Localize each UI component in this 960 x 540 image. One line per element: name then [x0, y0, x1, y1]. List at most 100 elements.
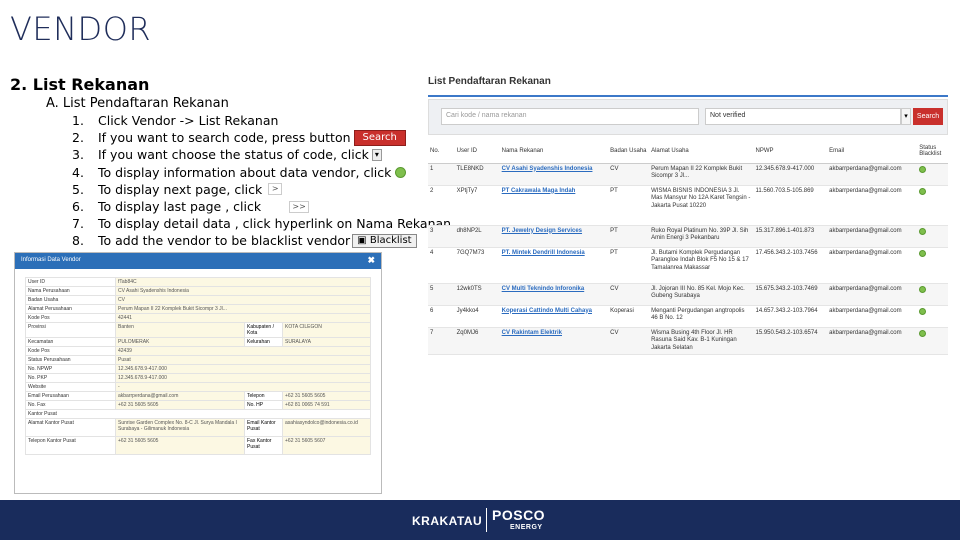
subsection-heading: A. List Pendaftaran Rekanan	[46, 96, 229, 111]
step-item: 7. To display detail data , click hyperl…	[72, 215, 451, 232]
search-input[interactable]: Cari kode / nama rekanan	[441, 108, 699, 125]
vendor-name-link[interactable]: PT. Jewelry Design Services	[502, 228, 582, 234]
row-npwp: 17.456.343.2-103.7456	[753, 247, 828, 284]
modal-body: User ID fTab84C Nama Perusahaan CV Asahi S…	[15, 269, 381, 455]
vendor-name-link[interactable]: PT Cakrawala Maga Indah	[502, 188, 576, 194]
detail-label: Alamat Kantor Pusat	[25, 418, 116, 437]
col-header: Nama Rekanan	[499, 139, 609, 164]
detail-value: Pusat	[115, 355, 371, 365]
row-alamat: Jl. Jojoran III No. 85 Kel. Mojo Kec. Gu…	[649, 283, 754, 306]
panel-divider	[428, 95, 948, 97]
row-npwp: 12.345.678.9-417.000	[753, 163, 828, 186]
modal-header: Informasi Data Vendor ✖	[15, 253, 381, 269]
vendor-name-link[interactable]: PT. Mintek Dendrill Indonesia	[502, 250, 585, 256]
blacklist-button-sample: ▣ Blacklist	[352, 233, 417, 248]
row-no: 3	[428, 225, 455, 248]
step-item: 6. To display last page , click >>	[72, 198, 451, 215]
detail-label: Website	[25, 382, 116, 392]
detail-row: Kode Pos 42439	[25, 346, 371, 356]
row-email: akbarrperdana@gmail.com	[827, 283, 918, 306]
view-info-icon[interactable]	[919, 329, 927, 337]
step-text: To display next page, click	[98, 181, 263, 197]
krakatau-logo: KRAKATAU	[412, 514, 483, 528]
slide-title: VENDOR	[10, 10, 152, 48]
row-no: 1	[428, 163, 455, 186]
vendor-name-link[interactable]: CV Asahi Syadenshis Indonesia	[502, 166, 593, 172]
blacklist-label: Blacklist	[369, 234, 412, 246]
detail-value: -	[115, 382, 371, 392]
step-item: 3. If you want choose the status of code…	[72, 146, 451, 163]
chevron-down-icon[interactable]: ▾	[901, 108, 911, 125]
detail-value: fTab84C	[115, 277, 371, 287]
detail-label: Email Kantor Pusat	[244, 418, 283, 437]
detail-row: Kecamatan PULOMERAK Kelurahan SURALAYA	[25, 337, 371, 347]
step-number: 2.	[72, 130, 84, 146]
row-user-id: XPtjTy7	[454, 185, 500, 226]
detail-label: Kode Pos	[25, 346, 116, 356]
detail-label: User ID	[25, 277, 116, 287]
detail-row: Website -	[25, 382, 371, 392]
steps-list: 1. Click Vendor -> List Rekanan 2. If yo…	[72, 112, 451, 250]
detail-value: +62 31 5605 5605	[115, 436, 245, 455]
detail-value: asahiasyndolco@indonesia.co.id	[282, 418, 371, 437]
view-info-icon[interactable]	[919, 307, 927, 315]
step-number: 7.	[72, 216, 84, 232]
row-alamat: Menganti Pergudangan angtropolis 46 B No…	[649, 305, 754, 328]
row-no: 6	[428, 305, 455, 328]
view-info-icon[interactable]	[919, 285, 927, 293]
detail-value: 42441	[115, 313, 371, 323]
col-header: Email	[827, 139, 918, 164]
col-header: User ID	[454, 139, 500, 164]
close-icon[interactable]: ✖	[367, 255, 375, 266]
posco-logo: POSCO	[492, 507, 546, 523]
row-alamat: Wisma Busing 4th Floor Jl. HR Rasuna Sai…	[649, 327, 754, 355]
detail-label: Alamat Perusahaan	[25, 304, 116, 314]
view-info-icon	[395, 166, 407, 178]
vendor-detail-table: User ID fTab84C Nama Perusahaan CV Asahi S…	[25, 277, 371, 455]
step-text: Click Vendor -> List Rekanan	[98, 113, 279, 128]
detail-row: Provinsi Banten Kabupaten / Kota KOTA CILEG…	[25, 322, 371, 338]
view-info-icon[interactable]	[919, 249, 927, 257]
row-user-id: dh8NP2L	[454, 225, 500, 248]
vendor-name-link[interactable]: CV Rakintam Elektrik	[502, 330, 562, 336]
view-info-icon[interactable]	[919, 187, 927, 195]
table-row: 6 Jy4kko4 Koperasi Cattindo Multi Cahaya…	[428, 305, 948, 328]
step-text: To display last page , click	[98, 198, 262, 214]
detail-value: Perum Mapan II 22 Komplek Bukit Sicompr …	[115, 304, 371, 314]
step-number: 3.	[72, 147, 84, 163]
col-header: Badan Usaha	[608, 139, 650, 164]
table-row: 1 TLE8NKD CV Asahi Syadenshis Indonesia …	[428, 163, 948, 186]
view-info-icon[interactable]	[919, 227, 927, 235]
step-item: 1. Click Vendor -> List Rekanan	[72, 112, 451, 129]
detail-value: CV Asahi Syadenshis Indonesia	[115, 286, 371, 296]
col-header: No.	[428, 139, 455, 164]
step-item: 4. To display information about data ven…	[72, 164, 451, 181]
step-text: To display detail data , click hyperlink…	[98, 216, 452, 232]
step-number: 6.	[72, 198, 84, 214]
search-button[interactable]: Search	[913, 108, 943, 125]
table-row: 3 dh8NP2L PT. Jewelry Design Services PT…	[428, 225, 948, 248]
row-alamat: Ruko Royal Platinum No. 39P Jl. Sih Amin…	[649, 225, 754, 248]
search-button-sample: Search	[353, 129, 406, 146]
detail-label: Badan Usaha	[25, 295, 116, 305]
detail-label: Nama Perusahaan	[25, 286, 116, 296]
detail-value: KOTA CILEGON	[282, 322, 371, 338]
detail-row: No. Fax +62 31 5605 5605 No. HP +62 81 0065…	[25, 400, 371, 410]
vendor-name-link[interactable]: Koperasi Cattindo Multi Cahaya	[502, 308, 592, 314]
vendor-name-link[interactable]: CV Multi Teknindo Inforonika	[502, 286, 585, 292]
detail-label: No. NPWP	[25, 364, 116, 374]
detail-label: Kode Pos	[25, 313, 116, 323]
row-badan-usaha: CV	[608, 327, 650, 355]
detail-label: Fax Kantor Pusat	[244, 436, 283, 455]
detail-value: +62 31 5605 5607	[282, 436, 371, 455]
row-npwp: 15.675.343.2-103.7469	[753, 283, 828, 306]
detail-value: Sunrise Garden Complex No. 8-C Jl. Surya…	[115, 418, 245, 437]
row-email: akbarrperdana@gmail.com	[827, 305, 918, 328]
next-page-icon: >	[268, 183, 283, 196]
col-header: Alamat Usaha	[649, 139, 754, 164]
step-number: 1.	[72, 113, 84, 128]
detail-row: Email Perusahaan akbarrperdana@gmail.com T…	[25, 391, 371, 401]
status-select[interactable]: Not verified	[705, 108, 901, 125]
col-header: Status Blacklist	[917, 139, 948, 164]
view-info-icon[interactable]	[919, 165, 927, 173]
